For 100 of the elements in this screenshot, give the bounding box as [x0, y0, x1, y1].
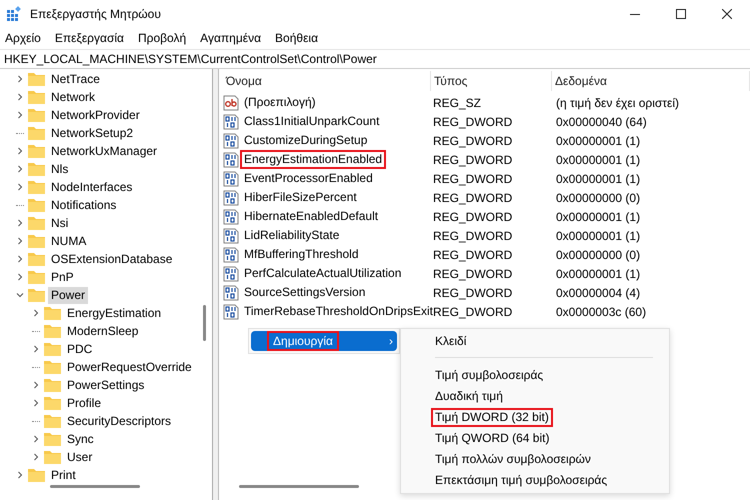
- tree-item[interactable]: Power: [48, 286, 88, 304]
- scrollbar-thumb[interactable]: [239, 485, 359, 488]
- chevron-down-icon[interactable]: [16, 291, 24, 299]
- value-name[interactable]: HiberFileSizePercent: [240, 188, 361, 207]
- menu-item[interactable]: Δημιουργία ›: [251, 331, 397, 351]
- chevron-right-icon[interactable]: [16, 183, 24, 191]
- folder-icon: [28, 216, 45, 230]
- chevron-right-icon[interactable]: [32, 453, 40, 461]
- chevron-right-icon[interactable]: [16, 219, 24, 227]
- table-cell-text: 0x00000001 (1): [555, 228, 642, 242]
- tree-item[interactable]: Network: [48, 88, 98, 106]
- value-name[interactable]: LidReliabilityState: [240, 226, 344, 245]
- chevron-right-icon[interactable]: [16, 165, 24, 173]
- tree-item[interactable]: Notifications: [48, 196, 120, 214]
- maximize-icon[interactable]: [676, 9, 686, 19]
- menu-item[interactable]: Τιμή QWORD (64 bit): [431, 429, 554, 448]
- tree-item[interactable]: Nls: [48, 160, 72, 178]
- folder-icon: [28, 144, 45, 158]
- tree-item[interactable]: EnergyEstimation: [64, 304, 164, 322]
- chevron-right-icon[interactable]: [16, 471, 24, 479]
- menu-item[interactable]: Επεξεργασία: [54, 31, 124, 45]
- tree-item[interactable]: PowerSettings: [64, 376, 148, 394]
- value-name[interactable]: EventProcessorEnabled: [240, 169, 377, 188]
- table-cell-text: 0x00000004 (4): [555, 286, 642, 300]
- tree-item[interactable]: SecurityDescriptors: [64, 412, 174, 430]
- value-name[interactable]: (Προεπιλογή): [240, 93, 320, 112]
- menu-item[interactable]: Αρχείο: [5, 31, 41, 45]
- table-cell-text: REG_DWORD: [432, 228, 514, 242]
- chevron-right-icon[interactable]: [32, 435, 40, 443]
- menu-item[interactable]: Αγαπημένα: [200, 31, 262, 45]
- scrollbar-thumb[interactable]: [50, 485, 140, 488]
- value-name[interactable]: MfBufferingThreshold: [240, 245, 363, 264]
- tree-item[interactable]: Nsi: [48, 214, 72, 232]
- table-cell-text: 0x0000003c (60): [555, 304, 648, 318]
- value-name[interactable]: EnergyEstimationEnabled: [240, 150, 386, 169]
- chevron-right-icon[interactable]: [16, 75, 24, 83]
- column-header[interactable]: Δεδομένα: [552, 71, 750, 91]
- close-icon[interactable]: [722, 9, 732, 19]
- folder-icon: [28, 234, 45, 248]
- address-bar[interactable]: HKEY_LOCAL_MACHINE\SYSTEM\CurrentControlSet\Control\Power: [0, 49, 750, 69]
- tree-item[interactable]: Sync: [64, 430, 97, 448]
- tree-item[interactable]: NetworkUxManager: [48, 142, 160, 160]
- folder-icon: [44, 450, 61, 464]
- tree-item[interactable]: NetworkSetup2: [48, 124, 136, 142]
- table-cell-text: 0x00000000 (0): [555, 248, 642, 262]
- chevron-right-icon[interactable]: [16, 93, 24, 101]
- menu-item[interactable]: Τιμή συμβολοσειράς: [431, 366, 548, 385]
- tree-item[interactable]: NetworkProvider: [48, 106, 143, 124]
- table-cell-text: REG_DWORD: [432, 172, 514, 186]
- chevron-right-icon[interactable]: [32, 309, 40, 317]
- folder-icon: [28, 252, 45, 266]
- tree-item[interactable]: NUMA: [48, 232, 90, 250]
- chevron-right-icon[interactable]: [16, 147, 24, 155]
- menu-item[interactable]: Επεκτάσιμη τιμή συμβολοσειράς: [431, 471, 612, 490]
- chevron-right-icon[interactable]: [16, 255, 24, 263]
- menu-item[interactable]: Τιμή πολλών συμβολοσειρών: [431, 450, 595, 469]
- value-name[interactable]: Class1InitialUnparkCount: [240, 112, 384, 131]
- table-cell-text: REG_DWORD: [432, 286, 514, 300]
- menu-item[interactable]: Προβολή: [138, 31, 186, 45]
- folder-icon: [28, 180, 45, 194]
- tree-item[interactable]: ModernSleep: [64, 322, 142, 340]
- chevron-right-icon[interactable]: [16, 273, 24, 281]
- menu-item[interactable]: Κλειδί: [431, 332, 470, 351]
- tree-item[interactable]: Profile: [64, 394, 104, 412]
- menu-item[interactable]: Δυαδική τιμή: [431, 387, 507, 406]
- tree-item[interactable]: NodeInterfaces: [48, 178, 136, 196]
- folder-icon: [28, 468, 45, 482]
- value-name[interactable]: CustomizeDuringSetup: [240, 131, 372, 150]
- table-cell-text: REG_DWORD: [432, 248, 514, 262]
- table-cell-text: REG_DWORD: [432, 266, 514, 280]
- table-cell-text: REG_DWORD: [433, 304, 514, 318]
- folder-icon: [44, 342, 61, 356]
- menu-item[interactable]: Τιμή DWORD (32 bit): [431, 408, 553, 427]
- chevron-right-icon[interactable]: [16, 237, 24, 245]
- value-name[interactable]: PerfCalculateActualUtilization: [240, 264, 406, 283]
- tree-item[interactable]: PnP: [48, 268, 77, 286]
- menu-item[interactable]: Βοήθεια: [275, 31, 318, 45]
- folder-icon: [28, 126, 45, 140]
- folder-icon: [44, 306, 61, 320]
- submenu-arrow: ›: [389, 334, 393, 348]
- tree-item[interactable]: PowerRequestOverride: [64, 358, 195, 376]
- scrollbar-thumb[interactable]: [203, 305, 206, 341]
- value-name[interactable]: HibernateEnabledDefault: [240, 207, 382, 226]
- chevron-right-icon[interactable]: [32, 381, 40, 389]
- chevron-right-icon[interactable]: [16, 111, 24, 119]
- tree-item[interactable]: OSExtensionDatabase: [48, 250, 176, 268]
- table-cell-text: REG_DWORD: [432, 152, 514, 166]
- column-header[interactable]: Τύπος: [431, 71, 552, 91]
- tree-item[interactable]: PDC: [64, 340, 96, 358]
- folder-icon: [44, 414, 61, 428]
- value-name[interactable]: SourceSettingsVersion: [240, 283, 370, 302]
- tree-item[interactable]: Print: [48, 466, 79, 484]
- table-cell-text: REG_SZ: [432, 96, 482, 110]
- folder-icon: [44, 432, 61, 446]
- column-header[interactable]: Όνομα: [223, 71, 431, 91]
- tree-item[interactable]: NetTrace: [48, 70, 103, 88]
- chevron-right-icon[interactable]: [32, 399, 40, 407]
- tree-item[interactable]: User: [64, 448, 96, 466]
- window-title: Επεξεργαστής Μητρώου: [30, 7, 161, 21]
- chevron-right-icon[interactable]: [32, 345, 40, 353]
